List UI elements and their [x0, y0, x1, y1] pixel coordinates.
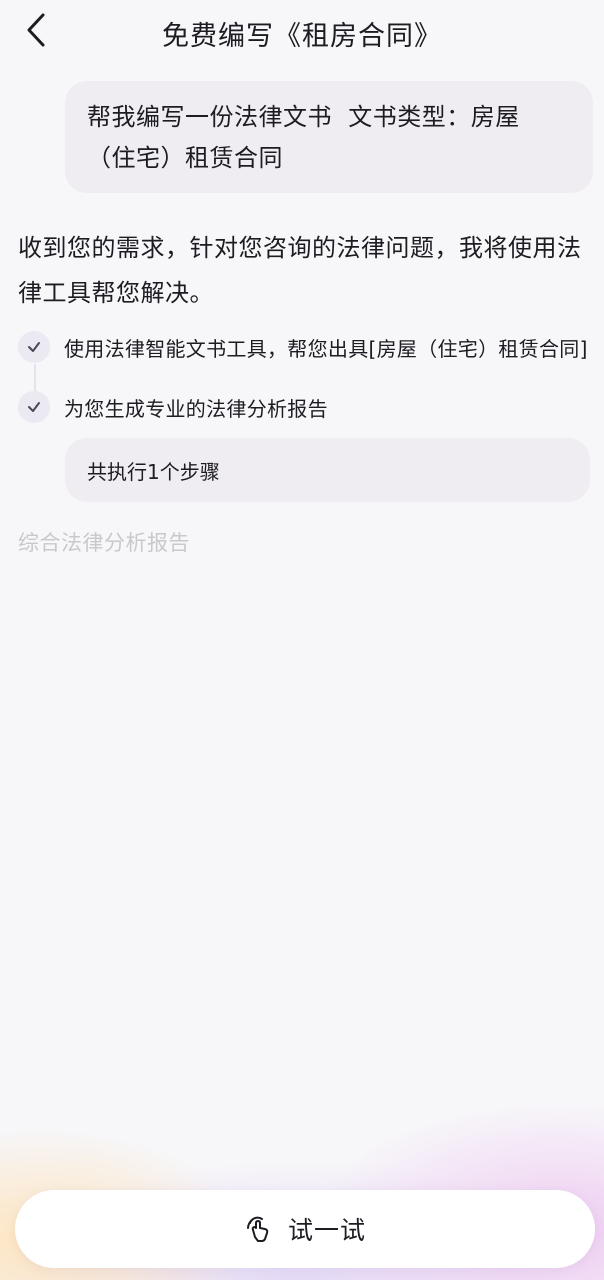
step-item: 为您生成专业的法律分析报告	[18, 390, 598, 424]
step-label: 使用法律智能文书工具，帮您出具[房屋（住宅）租赁合同]	[64, 336, 588, 361]
user-message-bubble: 帮我编写一份法律文书 文书类型：房屋 （住宅）租赁合同	[65, 81, 593, 193]
check-icon	[18, 391, 50, 423]
step-item: 使用法律智能文书工具，帮您出具[房屋（住宅）租赁合同]	[18, 330, 598, 364]
header: 免费编写《租房合同》	[0, 0, 604, 64]
assistant-reply: 收到您的需求，针对您咨询的法律问题，我将使用法律工具帮您解决。	[18, 234, 582, 307]
step-label: 为您生成专业的法律分析报告	[64, 396, 328, 421]
try-button[interactable]: 试一试	[15, 1190, 595, 1268]
check-icon	[18, 331, 50, 363]
report-label: 综合法律分析报告	[18, 531, 190, 555]
page-title: 免费编写《租房合同》	[162, 21, 442, 52]
execution-summary-pill[interactable]: 共执行1个步骤	[65, 438, 590, 502]
try-button-label: 试一试	[287, 1216, 366, 1245]
touch-hand-icon	[244, 1214, 274, 1244]
